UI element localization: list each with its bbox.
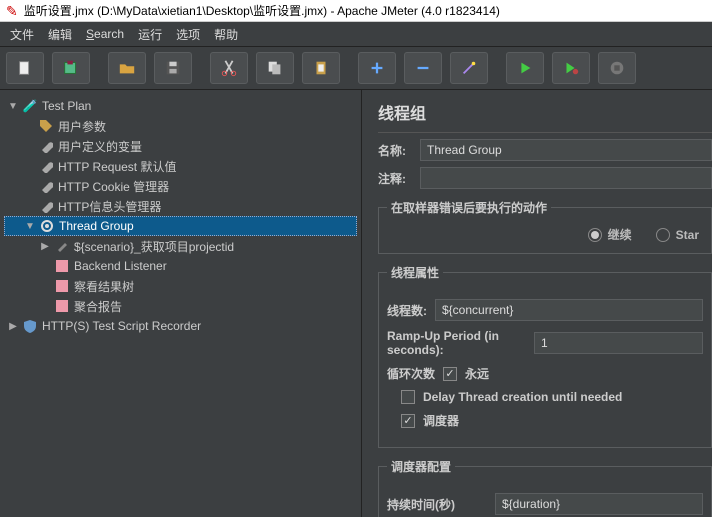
rampup-label: Ramp-Up Period (in seconds): <box>387 329 526 357</box>
tree-aggregate[interactable]: 聚合报告 <box>4 296 357 316</box>
tree-threadgroup[interactable]: ▼Thread Group <box>4 216 357 236</box>
name-input[interactable] <box>420 139 712 161</box>
open-button[interactable] <box>108 52 146 84</box>
expand-button[interactable] <box>358 52 396 84</box>
scheduler-fieldset: 调度器配置 持续时间(秒) 启动延迟(秒) <box>378 458 712 517</box>
forever-checkbox[interactable] <box>443 367 457 381</box>
chart-icon <box>54 278 70 294</box>
tree-pane[interactable]: ▼🧪Test Plan 用户参数 用户定义的变量 HTTP Request 默认… <box>0 90 362 517</box>
menu-edit[interactable]: 编辑 <box>48 26 72 43</box>
comment-label: 注释: <box>378 170 412 187</box>
window-titlebar: ✎ 监听设置.jmx (D:\MyData\xietian1\Desktop\监… <box>0 0 712 22</box>
app-icon: ✎ <box>6 0 18 22</box>
templates-button[interactable] <box>52 52 90 84</box>
tree-httpdefaults[interactable]: HTTP Request 默认值 <box>4 156 357 176</box>
menu-help[interactable]: 帮助 <box>214 26 238 43</box>
tree-viewresults[interactable]: 察看结果树 <box>4 276 357 296</box>
threads-input[interactable] <box>435 299 703 321</box>
tree-userparams[interactable]: 用户参数 <box>4 116 357 136</box>
gear-icon <box>39 218 55 234</box>
config-panel: 线程组 名称: 注释: 在取样器错误后要执行的动作 继续 Star 线程属性 线… <box>362 90 712 517</box>
forever-label: 永远 <box>465 365 489 382</box>
radio-start-label: Star <box>676 228 699 242</box>
tree-headermgr[interactable]: HTTP信息头管理器 <box>4 196 357 216</box>
comment-input[interactable] <box>420 167 712 189</box>
save-button[interactable] <box>154 52 192 84</box>
stop-button[interactable] <box>598 52 636 84</box>
copy-button[interactable] <box>256 52 294 84</box>
delay-label: Delay Thread creation until needed <box>423 390 622 404</box>
radio-continue-label: 继续 <box>608 226 632 243</box>
panel-title: 线程组 <box>378 100 712 124</box>
thread-props-legend: 线程属性 <box>387 264 443 281</box>
menu-search[interactable]: Search <box>86 27 124 41</box>
shield-icon <box>22 318 38 334</box>
error-action-legend: 在取样器错误后要执行的动作 <box>387 199 551 216</box>
toolbar <box>0 46 712 90</box>
wrench-icon <box>38 138 54 154</box>
rampup-input[interactable] <box>534 332 703 354</box>
tree-testplan[interactable]: ▼🧪Test Plan <box>4 96 357 116</box>
wrench-icon <box>38 198 54 214</box>
threads-label: 线程数: <box>387 302 427 319</box>
chart-icon <box>54 298 70 314</box>
wrench-icon <box>38 158 54 174</box>
pipette-icon <box>54 238 70 254</box>
start-button[interactable] <box>506 52 544 84</box>
tag-icon <box>38 118 54 134</box>
collapse-button[interactable] <box>404 52 442 84</box>
menu-options[interactable]: 选项 <box>176 26 200 43</box>
scheduler-label: 调度器 <box>423 412 459 429</box>
radio-continue[interactable] <box>588 228 602 242</box>
chart-icon <box>54 258 70 274</box>
cut-button[interactable] <box>210 52 248 84</box>
menu-file[interactable]: 文件 <box>10 26 34 43</box>
radio-start-next[interactable] <box>656 228 670 242</box>
tree-backend[interactable]: Backend Listener <box>4 256 357 276</box>
tree-scenario[interactable]: ▶${scenario}_获取项目projectid <box>4 236 357 256</box>
toggle-button[interactable] <box>450 52 488 84</box>
tree-cookiemgr[interactable]: HTTP Cookie 管理器 <box>4 176 357 196</box>
new-button[interactable] <box>6 52 44 84</box>
wrench-icon <box>38 178 54 194</box>
duration-input[interactable] <box>495 493 703 515</box>
duration-label: 持续时间(秒) <box>387 496 487 513</box>
scheduler-legend: 调度器配置 <box>387 458 455 475</box>
error-action-fieldset: 在取样器错误后要执行的动作 继续 Star <box>378 199 712 254</box>
loop-label: 循环次数 <box>387 365 435 382</box>
thread-props-fieldset: 线程属性 线程数: Ramp-Up Period (in seconds): 循… <box>378 264 712 448</box>
delay-checkbox[interactable] <box>401 390 415 404</box>
tree-uservars[interactable]: 用户定义的变量 <box>4 136 357 156</box>
menu-bar: 文件 编辑 Search 运行 选项 帮助 <box>0 22 712 46</box>
start-no-pause-button[interactable] <box>552 52 590 84</box>
tree-recorder[interactable]: ▶HTTP(S) Test Script Recorder <box>4 316 357 336</box>
menu-run[interactable]: 运行 <box>138 26 162 43</box>
window-title: 监听设置.jmx (D:\MyData\xietian1\Desktop\监听设… <box>24 0 500 22</box>
name-label: 名称: <box>378 142 412 159</box>
scheduler-checkbox[interactable] <box>401 414 415 428</box>
flask-icon: 🧪 <box>22 98 38 114</box>
paste-button[interactable] <box>302 52 340 84</box>
